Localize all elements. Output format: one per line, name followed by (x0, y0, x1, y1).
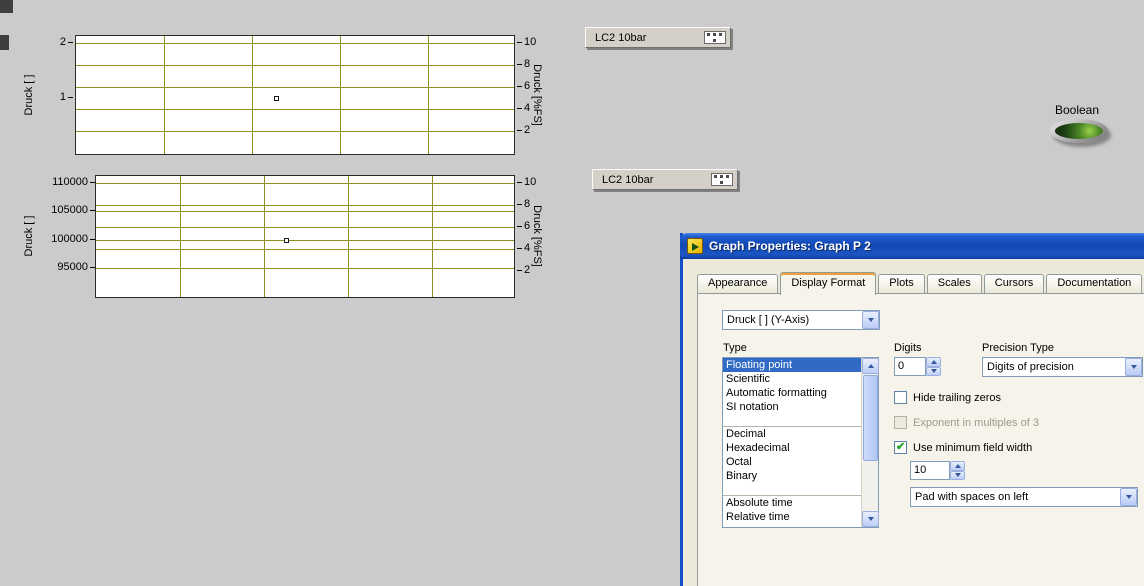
list-item-binary[interactable]: Binary (723, 469, 861, 483)
list-item-relative-time[interactable]: Relative time (723, 510, 861, 524)
scroll-down-button[interactable] (862, 511, 879, 527)
type-group-time: Absolute time Relative time (723, 496, 861, 526)
tab-documentation[interactable]: Documentation (1046, 274, 1143, 293)
tab-scales[interactable]: Scales (926, 274, 982, 293)
tab-cursors[interactable]: Cursors (983, 274, 1045, 293)
type-group-floating: Floating point Scientific Automatic form… (723, 358, 861, 427)
dialog-icon (687, 238, 703, 254)
list-item-scientific[interactable]: Scientific (723, 372, 861, 386)
io-connector-icon (711, 173, 733, 186)
data-point-marker (274, 96, 279, 101)
checkbox-use-minimum-field-width[interactable]: Use minimum field width (894, 440, 1033, 454)
dropdown-arrow-button[interactable] (1120, 488, 1137, 506)
spin-buttons (950, 461, 965, 480)
min-field-width-value[interactable]: 10 (910, 461, 950, 480)
dialog-title: Graph Properties: Graph P 2 (709, 239, 871, 253)
io-channel-label: LC2 10bar (595, 31, 647, 44)
io-channel-control-1[interactable]: LC2 10bar (585, 27, 731, 48)
y-tick-label: 110000 (38, 176, 95, 188)
panel-corner-mark (0, 0, 13, 13)
digits-spinner[interactable]: 0 (894, 357, 941, 376)
type-group-integer: Decimal Hexadecimal Octal Binary (723, 427, 861, 496)
spin-down-button[interactable] (950, 470, 965, 480)
list-item-floating-point[interactable]: Floating point (723, 358, 861, 372)
labview-front-panel: Druck [ ] 2 1 10 8 6 4 2 Druck [%FS] Dru… (0, 0, 1144, 586)
spin-buttons (926, 357, 941, 376)
checkbox-label: Use minimum field width (913, 441, 1033, 454)
pad-mode-dropdown[interactable]: Pad with spaces on left (910, 487, 1138, 507)
axis-selector-dropdown[interactable]: Druck [ ] (Y-Axis) (722, 310, 880, 330)
boolean-led-button[interactable] (1050, 119, 1108, 143)
list-item-absolute-time[interactable]: Absolute time (723, 496, 861, 510)
listbox-scrollbar[interactable] (861, 358, 879, 527)
dropdown-arrow-button[interactable] (862, 311, 879, 329)
type-label: Type (723, 342, 747, 354)
chart-plot-area-1[interactable] (75, 35, 515, 155)
y-tick-label: 95000 (38, 261, 95, 273)
checkbox-hide-trailing-zeros[interactable]: Hide trailing zeros (894, 391, 1001, 404)
checkbox-label: Hide trailing zeros (913, 391, 1002, 404)
checkbox-box (894, 391, 907, 404)
checkbox-exponent-multiples: Exponent in multiples of 3 (894, 416, 1039, 429)
data-point-marker (284, 238, 289, 243)
checkbox-box (894, 416, 907, 429)
pad-mode-value: Pad with spaces on left (915, 491, 1029, 503)
chart-plot-area-2[interactable] (95, 175, 515, 298)
y2-tick-label: 10 (517, 176, 550, 188)
dialog-tabs: Appearance Display Format Plots Scales C… (697, 272, 1144, 295)
chevron-down-icon (954, 473, 961, 478)
digits-label: Digits (894, 342, 922, 354)
precision-type-dropdown[interactable]: Digits of precision (982, 357, 1143, 377)
spin-up-button[interactable] (926, 357, 941, 367)
right-axis-title: Druck [%FS] (531, 205, 543, 267)
list-item-si-notation[interactable]: SI notation (723, 400, 861, 414)
chevron-down-icon (930, 369, 937, 374)
axis-selector-value: Druck [ ] (Y-Axis) (727, 314, 810, 326)
list-item-octal[interactable]: Octal (723, 455, 861, 469)
precision-type-value: Digits of precision (987, 361, 1074, 373)
tab-plots[interactable]: Plots (878, 274, 925, 293)
io-channel-control-2[interactable]: LC2 10bar (592, 169, 738, 190)
spin-up-button[interactable] (950, 461, 965, 471)
y-tick-label: 105000 (38, 204, 95, 216)
left-axis-title: Druck [ ] (23, 215, 35, 257)
list-item-decimal[interactable]: Decimal (723, 427, 861, 441)
checkbox-box (894, 440, 907, 454)
chevron-down-icon (1125, 495, 1132, 499)
y2-tick-label: 10 (517, 36, 550, 48)
io-channel-label: LC2 10bar (602, 173, 654, 186)
chevron-up-icon (930, 359, 937, 364)
boolean-label: Boolean (1054, 103, 1100, 117)
list-item-automatic-formatting[interactable]: Automatic formatting (723, 386, 861, 400)
y-tick-label: 1 (28, 91, 73, 103)
panel-origin-mark (0, 35, 9, 50)
y-tick-label: 100000 (38, 233, 95, 245)
chevron-up-icon (954, 463, 961, 468)
list-item-hexadecimal[interactable]: Hexadecimal (723, 441, 861, 455)
type-listbox: Floating point Scientific Automatic form… (722, 357, 879, 528)
chevron-down-icon (1130, 365, 1137, 369)
scroll-up-button[interactable] (862, 358, 879, 374)
dialog-titlebar[interactable]: Graph Properties: Graph P 2 (680, 233, 1144, 259)
min-field-width-spinner[interactable]: 10 (910, 461, 965, 480)
chevron-down-icon (867, 318, 874, 322)
digits-value[interactable]: 0 (894, 357, 926, 376)
dropdown-arrow-button[interactable] (1125, 358, 1142, 376)
tab-appearance[interactable]: Appearance (697, 274, 779, 293)
spin-down-button[interactable] (926, 366, 941, 376)
right-axis-title: Druck [%FS] (531, 64, 543, 126)
checkbox-label: Exponent in multiples of 3 (913, 416, 1039, 429)
chevron-down-icon (867, 517, 874, 521)
io-connector-icon (704, 31, 726, 44)
chevron-up-icon (867, 364, 874, 368)
tab-display-format[interactable]: Display Format (780, 272, 877, 295)
precision-type-label: Precision Type (982, 342, 1054, 354)
graph-properties-dialog: Graph Properties: Graph P 2 Appearance D… (680, 233, 1144, 586)
scrollbar-thumb[interactable] (863, 375, 878, 461)
y-tick-label: 2 (28, 36, 73, 48)
led-face (1055, 123, 1103, 139)
